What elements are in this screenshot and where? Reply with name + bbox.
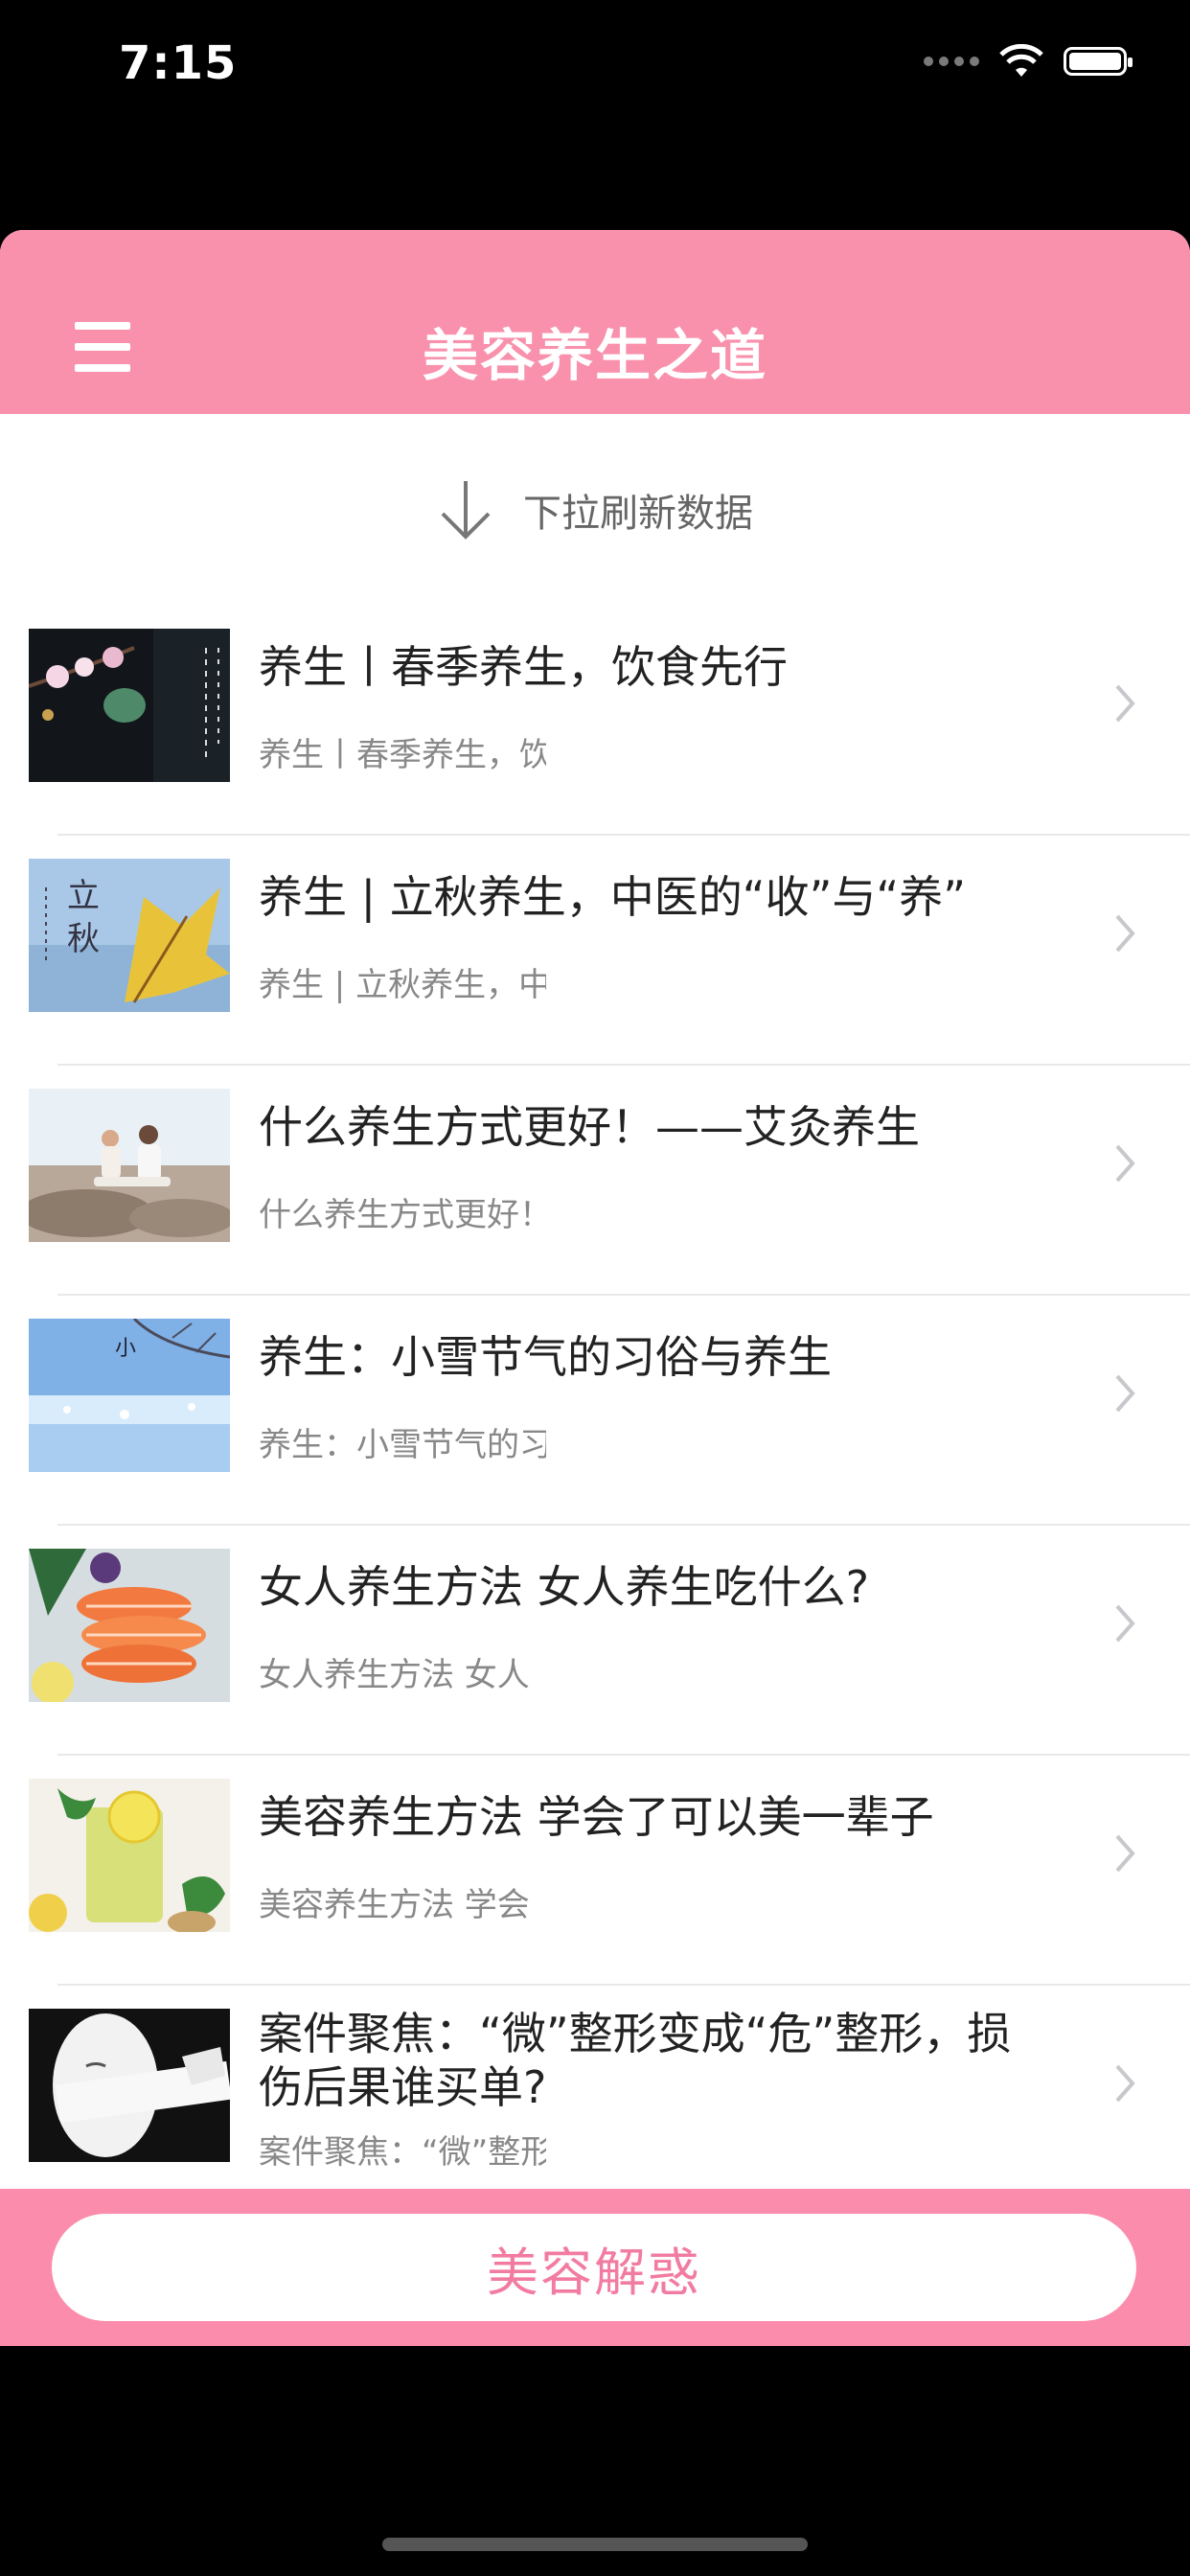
chevron-right-icon <box>1115 1604 1135 1643</box>
page-title: 美容养生之道 <box>422 323 767 388</box>
svg-text:立: 立 <box>67 877 100 915</box>
navigation-bar: 美容养生之道 <box>0 230 1190 414</box>
pull-to-refresh: 下拉刷新数据 <box>0 414 1190 606</box>
refresh-label: 下拉刷新数据 <box>523 492 753 536</box>
article-subtitle: 养生：小雪节气的习 <box>259 1426 546 1464</box>
article-subtitle: 养生丨春季养生，饮 <box>259 736 546 774</box>
beauty-qa-button[interactable]: 美容解惑 <box>52 2214 1136 2321</box>
face-bandage-thumbnail <box>29 2009 230 2162</box>
salmon-dish-thumbnail <box>29 1549 230 1702</box>
cellular-signal-icon <box>924 57 979 66</box>
svg-text:小: 小 <box>115 1337 136 1361</box>
article-title: 养生 | 立秋养生，中医的“收”与“养” <box>259 871 967 923</box>
spring-flowers-thumbnail <box>29 629 230 782</box>
list-item[interactable]: 小 养生：小雪节气的习俗与养生 养生：小雪节气的习 <box>0 1296 1190 1526</box>
article-title: 女人养生方法 女人养生吃什么? <box>259 1561 870 1613</box>
article-subtitle: 养生 | 立秋养生，中 <box>259 966 546 1004</box>
list-item[interactable]: 案件聚焦：“微”整形变成“危”整形，损伤后果谁买单? 案件聚焦：“微”整形 <box>0 1986 1190 2216</box>
status-indicators <box>924 44 1133 79</box>
chevron-right-icon <box>1115 1144 1135 1183</box>
chevron-right-icon <box>1115 684 1135 723</box>
list-item[interactable]: 美容养生方法 学会了可以美一辈子 美容养生方法 学会 <box>0 1756 1190 1986</box>
article-title: 美容养生方法 学会了可以美一辈子 <box>259 1791 934 1843</box>
list-item[interactable]: 女人养生方法 女人养生吃什么? 女人养生方法 女人 <box>0 1526 1190 1756</box>
status-bar: 7:15 <box>0 0 1190 134</box>
list-item[interactable]: 什么养生方式更好！——艾灸养生 什么养生方式更好！ <box>0 1066 1190 1296</box>
list-item[interactable]: 立 秋 养生 | 立秋养生，中医的“收”与“养” 养生 | 立秋养生，中 <box>0 836 1190 1066</box>
svg-text:秋: 秋 <box>67 920 100 958</box>
article-subtitle: 女人养生方法 女人 <box>259 1656 530 1694</box>
battery-icon <box>1064 47 1133 76</box>
article-subtitle: 美容养生方法 学会 <box>259 1886 530 1924</box>
home-indicator[interactable] <box>382 2538 808 2551</box>
article-subtitle: 什么养生方式更好！ <box>259 1196 546 1234</box>
article-list: 养生丨春季养生，饮食先行 养生丨春季养生，饮 立 秋 养生 | 立秋养生，中医的… <box>0 606 1190 2216</box>
chevron-right-icon <box>1115 1834 1135 1873</box>
chevron-right-icon <box>1115 2064 1135 2103</box>
wifi-icon <box>999 44 1043 77</box>
status-time: 7:15 <box>119 36 238 90</box>
snow-branch-thumbnail: 小 <box>29 1319 230 1472</box>
arrow-down-icon <box>441 481 491 540</box>
article-title: 养生丨春季养生，饮食先行 <box>259 641 788 693</box>
beach-yoga-thumbnail <box>29 1089 230 1242</box>
bottom-bar: 美容解惑 <box>0 2189 1190 2346</box>
app-screen: 美容养生之道 下拉刷新数据 养生丨春季养生，饮食先行 养生丨春季养生，饮 立 秋… <box>0 230 1190 2346</box>
article-title: 养生：小雪节气的习俗与养生 <box>259 1331 832 1383</box>
lemon-drink-thumbnail <box>29 1779 230 1932</box>
chevron-right-icon <box>1115 914 1135 953</box>
article-title: 案件聚焦：“微”整形变成“危”整形，损伤后果谁买单? <box>259 2008 1012 2113</box>
article-title: 什么养生方式更好！——艾灸养生 <box>259 1101 920 1153</box>
chevron-right-icon <box>1115 1374 1135 1413</box>
autumn-leaf-thumbnail: 立 秋 <box>29 859 230 1012</box>
list-item[interactable]: 养生丨春季养生，饮食先行 养生丨春季养生，饮 <box>0 606 1190 836</box>
article-subtitle: 案件聚焦：“微”整形 <box>259 2133 546 2172</box>
